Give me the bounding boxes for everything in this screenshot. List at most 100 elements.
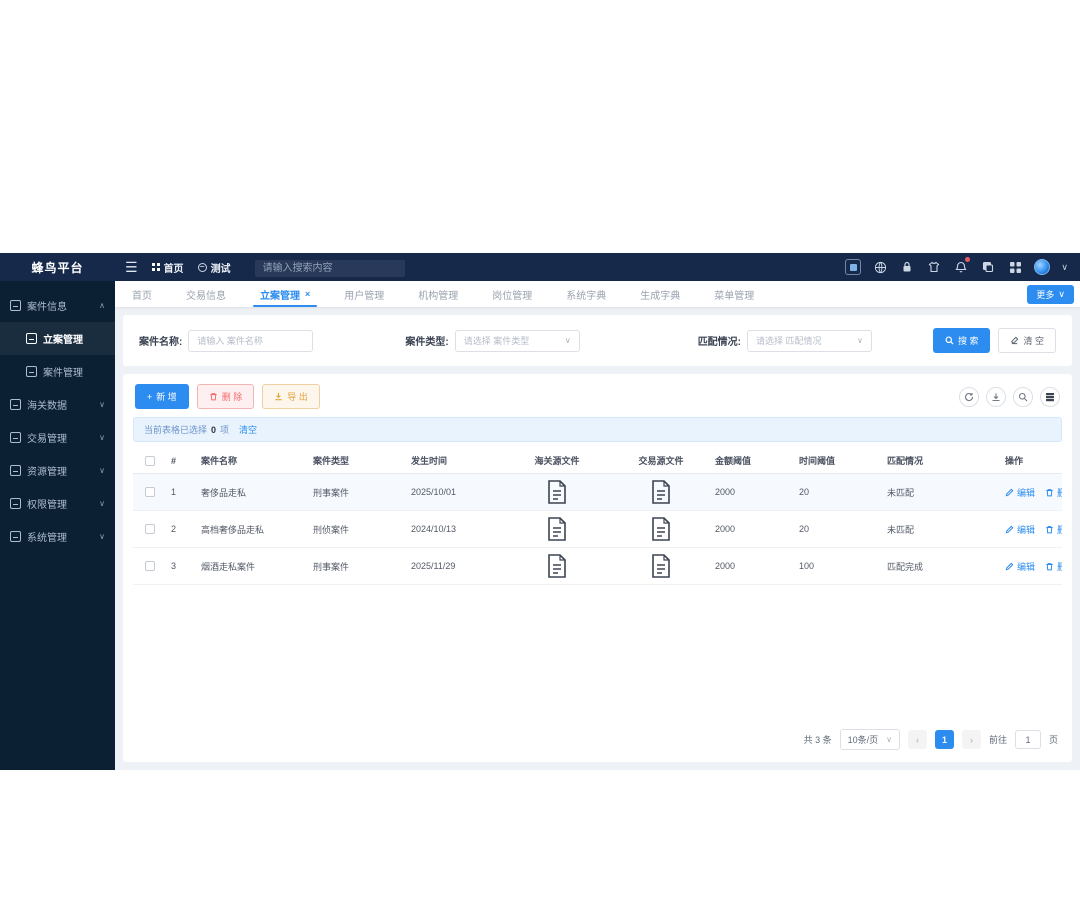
globe-icon[interactable] <box>872 259 888 275</box>
edit-link[interactable]: 编辑 <box>1005 523 1035 536</box>
page-size-select[interactable]: 10条/页 ∨ <box>839 729 900 750</box>
tab-post-management[interactable]: 岗位管理 <box>475 281 549 307</box>
tab-menu-management[interactable]: 菜单管理 <box>697 281 771 307</box>
trade-file-icon[interactable] <box>649 553 673 579</box>
sidebar-item-permission-management[interactable]: 权限管理 ∨ <box>0 487 115 520</box>
delete-link[interactable]: 删除 <box>1045 486 1062 499</box>
filter-case-name: 案件名称: <box>139 329 314 352</box>
selection-clear-link[interactable]: 清空 <box>239 423 257 436</box>
top-quick-nav: 首页 − 测试 <box>151 260 231 275</box>
sidebar-label: 资源管理 <box>27 467 67 478</box>
topnav-home[interactable]: 首页 <box>151 260 184 275</box>
tab-home[interactable]: 首页 <box>115 281 169 307</box>
copy-icon[interactable] <box>980 259 996 275</box>
export-icon <box>275 392 282 401</box>
sidebar-collapse-icon[interactable]: ☰ <box>125 259 138 276</box>
row-checkbox[interactable] <box>145 561 155 571</box>
search-button[interactable]: 搜 索 <box>932 328 991 353</box>
goto-page-input[interactable] <box>1014 730 1041 749</box>
sidebar-item-filing-management[interactable]: 立案管理 <box>0 322 115 355</box>
col-actions: 操作 <box>1005 456 1024 466</box>
sidebar-item-case-management[interactable]: 案件管理 <box>0 355 115 388</box>
delete-link[interactable]: 删除 <box>1045 560 1062 573</box>
page-1-button[interactable]: 1 <box>934 730 954 749</box>
theme-icon[interactable] <box>926 259 942 275</box>
case-name-input[interactable] <box>188 329 314 352</box>
circle-minus-icon: − <box>197 262 207 272</box>
user-avatar[interactable] <box>1034 259 1051 275</box>
cell-time: 20 <box>799 524 810 534</box>
column-settings-icon[interactable] <box>1040 386 1060 407</box>
table-tools <box>959 386 1060 407</box>
cell-match-status: 匹配完成 <box>887 561 924 572</box>
sidebar-label: 权限管理 <box>27 500 67 511</box>
tab-system-dict[interactable]: 系统字典 <box>549 281 623 307</box>
tab-label: 机构管理 <box>418 290 459 302</box>
app-body: 案件信息 ∧ 立案管理 案件管理 海关数据 ∨ 交易管理 ∨ 资源管理 ∨ 权限… <box>0 281 1080 770</box>
fullscreen-grid-icon[interactable] <box>1007 259 1023 275</box>
selection-count: 0 <box>211 424 217 435</box>
bell-icon[interactable] <box>953 257 971 275</box>
add-button[interactable]: + 新 增 <box>135 384 189 409</box>
sidebar-item-resource-management[interactable]: 资源管理 ∨ <box>0 454 115 487</box>
delete-button[interactable]: 删 除 <box>196 384 255 409</box>
tab-gen-dict[interactable]: 生成字典 <box>623 281 697 307</box>
trade-file-icon[interactable] <box>649 479 673 505</box>
pencil-icon <box>1005 562 1014 570</box>
tab-transaction-info[interactable]: 交易信息 <box>169 281 243 307</box>
chevron-down-icon: ∨ <box>564 336 571 345</box>
edit-link[interactable]: 编辑 <box>1005 560 1035 573</box>
more-label: 更多 <box>1036 289 1055 300</box>
reset-button[interactable]: 清 空 <box>998 328 1056 353</box>
case-type-placeholder: 请选择 案件类型 <box>463 336 530 346</box>
home-grid-icon <box>151 263 160 271</box>
monitor-icon <box>10 432 21 443</box>
cell-index: 3 <box>171 561 177 571</box>
case-type-select[interactable]: 请选择 案件类型 ∨ <box>454 329 580 352</box>
table-row: 3 烟酒走私案件 刑事案件 2025/11/29 2000 100 匹配完成 编… <box>133 548 1062 585</box>
customs-file-icon[interactable] <box>545 553 569 579</box>
refresh-icon[interactable] <box>959 386 979 407</box>
table-toolbar: + 新 增 删 除 导 出 <box>133 382 1062 417</box>
global-search-input[interactable] <box>254 259 405 277</box>
select-all-checkbox[interactable] <box>145 455 155 466</box>
table-row: 1 奢侈品走私 刑事案件 2025/10/01 2000 20 未匹配 编辑 删 <box>133 474 1062 511</box>
match-status-select[interactable]: 请选择 匹配情况 ∨ <box>747 329 873 352</box>
pagination-total: 共 3 条 <box>803 735 832 745</box>
sidebar-item-transaction-management[interactable]: 交易管理 ∨ <box>0 421 115 454</box>
sidebar-item-customs-data[interactable]: 海关数据 ∨ <box>0 388 115 421</box>
next-page-button[interactable]: › <box>961 730 981 749</box>
col-case-name: 案件名称 <box>201 456 238 466</box>
screenshot-icon[interactable] <box>845 259 862 275</box>
customs-file-icon[interactable] <box>545 479 569 505</box>
tab-filing-management[interactable]: 立案管理 × <box>243 281 327 307</box>
tab-user-management[interactable]: 用户管理 <box>327 281 401 307</box>
trash-icon <box>1046 562 1053 570</box>
export-button[interactable]: 导 出 <box>262 384 320 409</box>
delete-link[interactable]: 删除 <box>1045 523 1062 536</box>
reset-label: 清 空 <box>1023 336 1044 346</box>
customs-file-icon[interactable] <box>545 516 569 542</box>
page-size-value: 10条/页 <box>847 735 879 745</box>
user-menu-chevron-icon[interactable]: ∨ <box>1061 262 1068 273</box>
main-content: 首页 交易信息 立案管理 × 用户管理 机构管理 岗位管理 系统字典 生成字典 … <box>115 281 1080 770</box>
chevron-up-icon: ∧ <box>99 301 105 310</box>
zoom-icon[interactable] <box>1013 386 1033 407</box>
topnav-home-label: 首页 <box>163 263 184 275</box>
row-checkbox[interactable] <box>145 487 155 497</box>
tab-org-management[interactable]: 机构管理 <box>401 281 475 307</box>
filter-actions: 搜 索 清 空 <box>932 328 1056 353</box>
download-icon[interactable] <box>986 386 1006 407</box>
tabs-more-button[interactable]: 更多 ∨ <box>1027 284 1074 304</box>
sidebar-item-case-info[interactable]: 案件信息 ∧ <box>0 289 115 322</box>
edit-link[interactable]: 编辑 <box>1005 486 1035 499</box>
lock-icon[interactable] <box>899 259 915 275</box>
col-time: 时间阈值 <box>799 456 836 466</box>
row-checkbox[interactable] <box>145 524 155 534</box>
topnav-test[interactable]: − 测试 <box>197 260 231 275</box>
trade-file-icon[interactable] <box>649 516 673 542</box>
prev-page-button[interactable]: ‹ <box>907 730 927 749</box>
close-icon[interactable]: × <box>305 289 310 299</box>
table-panel: + 新 增 删 除 导 出 当前表格已选择 0 项 清空 # 案件名称 案件类型… <box>123 374 1072 762</box>
sidebar-item-system-management[interactable]: 系统管理 ∨ <box>0 520 115 553</box>
